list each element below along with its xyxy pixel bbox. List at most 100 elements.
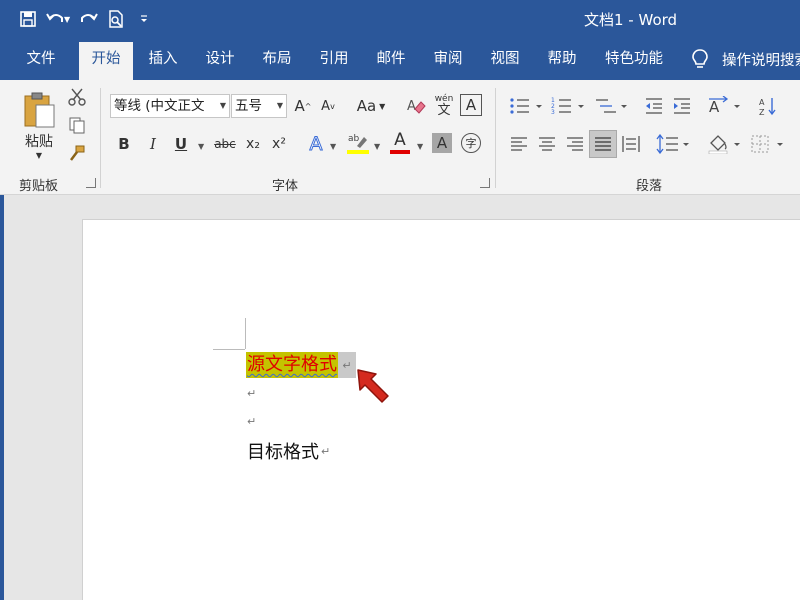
underline-button[interactable]: U	[171, 132, 191, 156]
ribbon-tabs: 文件 开始 插入 设计 布局 引用 邮件 审阅 视图 帮助 特色功能 操作说明搜…	[0, 38, 800, 80]
grow-font-icon: A	[294, 97, 305, 115]
underline-dropdown-icon[interactable]: ▼	[198, 142, 204, 151]
numbering-button[interactable]: 1 2 3	[550, 94, 586, 118]
source-text-selected[interactable]: 源文字格式	[246, 352, 338, 378]
copy-icon	[69, 117, 85, 134]
tab-references[interactable]: 引用	[307, 38, 361, 80]
subscript-button[interactable]: x₂	[242, 132, 264, 156]
scissors-icon	[68, 88, 86, 106]
tell-me-search[interactable]: 操作说明搜索	[690, 38, 800, 80]
font-launcher[interactable]	[480, 178, 490, 188]
increase-indent-button[interactable]	[670, 94, 694, 118]
highlight-dropdown-icon[interactable]: ▼	[374, 142, 380, 151]
align-left-button[interactable]	[508, 132, 530, 156]
italic-button[interactable]: I	[143, 132, 163, 156]
text-effects-dropdown-icon[interactable]: ▼	[330, 142, 336, 151]
tab-insert[interactable]: 插入	[136, 38, 190, 80]
paragraph-mark: ↵	[247, 387, 257, 400]
align-center-icon	[539, 137, 555, 151]
paste-dropdown-icon[interactable]: ▼	[36, 151, 42, 160]
ribbon-home: 粘贴 ▼ 剪贴板 等线 (中文正文 ▼ 五号 ▼ A ^ Av Aa ▼ A w…	[0, 80, 800, 195]
character-border-button[interactable]: A	[460, 94, 482, 116]
copy-button[interactable]	[66, 114, 88, 136]
font-color-dropdown-icon[interactable]: ▼	[417, 142, 423, 151]
paste-label: 粘贴	[25, 133, 53, 150]
clipboard-launcher[interactable]	[86, 178, 96, 188]
format-painter-button[interactable]	[66, 142, 88, 164]
svg-text:ab: ab	[348, 134, 360, 144]
target-text[interactable]: 目标格式	[247, 438, 319, 464]
bullets-icon	[510, 98, 542, 114]
font-name-value: 等线 (中文正文	[114, 98, 205, 114]
character-shading-button[interactable]: A	[432, 133, 452, 153]
line-spacing-button[interactable]	[655, 132, 691, 156]
document-page[interactable]	[82, 219, 800, 600]
character-border-icon: A	[465, 96, 477, 114]
tab-view[interactable]: 视图	[478, 38, 532, 80]
tab-layout[interactable]: 布局	[250, 38, 304, 80]
tab-design[interactable]: 设计	[193, 38, 247, 80]
title-bar: ▼ 文档1 - Word	[0, 0, 800, 38]
target-paragraph[interactable]: 目标格式 ↵	[247, 438, 330, 464]
sort-button[interactable]: A Z	[756, 94, 780, 118]
chinese-layout-button[interactable]: A	[706, 94, 742, 118]
phonetic-guide-button[interactable]: wén 文	[432, 92, 456, 120]
align-center-button[interactable]	[536, 132, 558, 156]
tab-home[interactable]: 开始	[79, 42, 133, 80]
save-button[interactable]	[14, 5, 42, 33]
print-preview-button[interactable]	[102, 5, 130, 33]
shading-button[interactable]	[706, 132, 742, 156]
paragraph-group-label: 段落	[636, 179, 663, 194]
clear-formatting-button[interactable]: A	[404, 94, 428, 118]
grow-font-button[interactable]: A ^	[293, 94, 313, 118]
justify-icon	[595, 137, 611, 151]
align-left-icon	[511, 137, 527, 151]
clipboard-group-label: 剪贴板	[19, 179, 59, 194]
paint-bucket-icon	[708, 135, 740, 154]
cut-button[interactable]	[66, 86, 88, 108]
enclose-characters-icon: 字	[465, 137, 477, 150]
customize-icon	[141, 15, 148, 22]
tab-special-features[interactable]: 特色功能	[596, 38, 672, 80]
group-separator	[100, 88, 101, 188]
svg-text:3: 3	[551, 109, 555, 116]
font-size-dropdown-icon[interactable]: ▼	[277, 95, 283, 117]
sort-icon: A Z	[759, 98, 776, 116]
paste-button[interactable]: 粘贴 ▼	[18, 86, 60, 164]
decrease-indent-icon	[646, 98, 662, 114]
font-size-box[interactable]: 五号 ▼	[231, 94, 287, 118]
undo-dropdown-icon[interactable]: ▼	[64, 15, 70, 24]
borders-icon	[751, 135, 783, 153]
tab-review[interactable]: 审阅	[421, 38, 475, 80]
distributed-icon	[622, 136, 640, 152]
customize-qat-button[interactable]	[130, 5, 158, 33]
distributed-button[interactable]	[620, 132, 642, 156]
margin-crop-mark	[245, 318, 246, 349]
borders-button[interactable]	[749, 132, 785, 156]
font-name-box[interactable]: 等线 (中文正文 ▼	[110, 94, 230, 118]
superscript-button[interactable]: x²	[268, 132, 290, 156]
tab-file[interactable]: 文件	[14, 38, 68, 80]
source-paragraph[interactable]: 源文字格式 ↵	[246, 352, 356, 378]
justify-button[interactable]	[589, 130, 617, 158]
highlight-color-button[interactable]: ab	[346, 130, 370, 156]
tab-help[interactable]: 帮助	[535, 38, 589, 80]
font-name-dropdown-icon[interactable]: ▼	[220, 95, 226, 117]
bold-button[interactable]: B	[114, 132, 134, 156]
align-right-button[interactable]	[564, 132, 586, 156]
margin-crop-mark	[213, 349, 245, 350]
change-case-button[interactable]: Aa ▼	[354, 94, 388, 118]
decrease-indent-button[interactable]	[642, 94, 666, 118]
font-color-button[interactable]: A	[389, 130, 411, 156]
character-shading-icon: A	[436, 134, 448, 152]
format-painter-icon	[70, 145, 85, 161]
strikethrough-button[interactable]: abc	[212, 132, 238, 156]
multilevel-list-button[interactable]	[593, 94, 629, 118]
enclose-characters-button[interactable]: 字	[461, 133, 481, 153]
redo-button[interactable]	[74, 5, 102, 33]
bullets-button[interactable]	[508, 94, 544, 118]
tab-mailings[interactable]: 邮件	[364, 38, 418, 80]
shrink-font-button[interactable]: Av	[318, 94, 338, 118]
eraser-icon: A	[407, 99, 426, 114]
text-effects-button[interactable]: A	[305, 132, 327, 156]
